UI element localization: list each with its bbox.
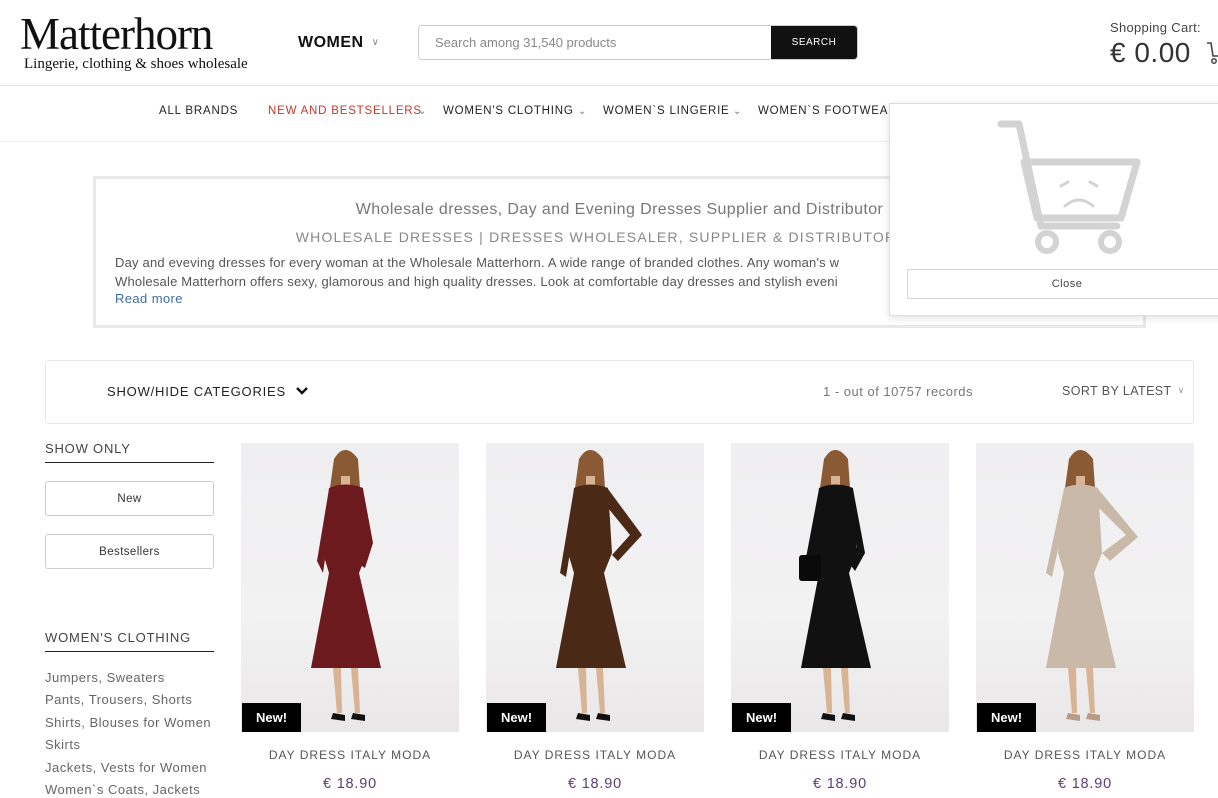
product-price: € 18.90 [568,776,622,792]
product-card[interactable]: New! DAY DRESS ITALY MODA € 18.90 [486,443,704,798]
sidebar-link-jumpers[interactable]: Jumpers, Sweaters [45,670,165,685]
dress-model-figure [556,450,642,721]
cart-total: € 0.00 [1110,37,1191,68]
sort-dropdown[interactable]: SORT BY LATEST ∨ [1062,384,1185,398]
sidebar-link-skirts[interactable]: Skirts [45,737,81,752]
new-badge: New! [487,703,546,732]
chevron-down-icon[interactable] [296,386,308,396]
product-image[interactable]: New! [731,443,949,732]
product-image[interactable]: New! [241,443,459,732]
empty-cart-sad-icon [997,120,1141,254]
dress-model-figure [311,450,381,721]
filter-new-button[interactable]: New [45,481,214,516]
product-name[interactable]: DAY DRESS ITALY MODA [486,748,704,762]
product-price: € 18.90 [1058,776,1112,792]
logo-tagline: Lingerie, clothing & shoes wholesale [24,56,248,72]
listing-toolbar: SHOW/HIDE CATEGORIES 1 - out of 10757 re… [45,360,1194,424]
cart-label: Shopping Cart: [1110,20,1201,35]
search-input[interactable] [419,26,771,59]
product-price: € 18.90 [813,776,867,792]
product-card[interactable]: New! DAY DRESS ITALY MODA € 18.90 [241,443,459,798]
new-badge: New! [242,703,301,732]
sort-label: SORT BY LATEST [1062,384,1172,398]
gender-selector-label: WOMEN [298,34,364,51]
womens-clothing-heading: WOMEN'S CLOTHING [45,630,214,652]
chevron-down-icon: ∨ [371,37,380,48]
dress-body [311,484,381,668]
logo-wordmark: Matterhorn [20,9,213,59]
chevron-down-icon: ⌄ [733,106,742,117]
filter-bestsellers-button[interactable]: Bestsellers [45,534,214,569]
sidebar-link-jackets-vests[interactable]: Jackets, Vests for Women [45,760,207,775]
chevron-down-icon: ∨ [1177,385,1185,395]
product-name[interactable]: DAY DRESS ITALY MODA [976,748,1194,762]
site-header: Matterhorn Lingerie, clothing & shoes wh… [0,0,1218,86]
product-card[interactable]: New! DAY DRESS ITALY MODA € 18.90 [731,443,949,798]
chevron-down-icon: ⌄ [578,106,587,117]
cart-icon[interactable] [1206,40,1218,66]
show-only-heading: SHOW ONLY [45,441,214,463]
search-button[interactable]: SEARCH [771,26,857,59]
product-image[interactable]: New! [486,443,704,732]
sidebar-link-pants[interactable]: Pants, Trousers, Shorts [45,692,192,707]
product-card[interactable]: New! DAY DRESS ITALY MODA € 18.90 [976,443,1194,798]
sidebar-link-coats-jackets[interactable]: Women`s Coats, Jackets [45,782,200,797]
new-badge: New! [732,703,791,732]
clutch-bag [799,555,821,581]
records-count: 1 - out of 10757 records [823,384,974,399]
chevron-down-icon: ⌄ [418,106,427,117]
product-name[interactable]: DAY DRESS ITALY MODA [241,748,459,762]
dress-model-figure [799,450,871,721]
show-hide-categories-toggle[interactable]: SHOW/HIDE CATEGORIES [107,384,286,399]
shopping-cart[interactable]: Shopping Cart: € 0.00 [1110,20,1201,69]
new-badge: New! [977,703,1036,732]
nav-item-all-brands[interactable]: ALL BRANDS [159,105,238,117]
close-popup-button[interactable]: Close [907,269,1218,299]
product-name[interactable]: DAY DRESS ITALY MODA [731,748,949,762]
sidebar-link-shirts[interactable]: Shirts, Blouses for Women [45,715,211,730]
nav-item-womens-clothing[interactable]: WOMEN'S CLOTHING [443,105,574,117]
product-image[interactable]: New! [976,443,1194,732]
nav-item-womens-footwear[interactable]: WOMEN`S FOOTWEAR [758,105,897,117]
site-logo[interactable]: Matterhorn Lingerie, clothing & shoes wh… [20,12,265,73]
read-more-link[interactable]: Read more [115,291,183,306]
gender-selector[interactable]: WOMEN ∨ [298,34,379,52]
product-price: € 18.90 [323,776,377,792]
search-bar: SEARCH [418,25,858,60]
empty-cart-popup: Close [889,103,1218,316]
nav-item-womens-lingerie[interactable]: WOMEN`S LINGERIE [603,105,730,117]
dress-model-figure [1046,450,1138,721]
nav-item-new-and-bestsellers[interactable]: NEW AND BESTSELLERS [268,105,422,117]
